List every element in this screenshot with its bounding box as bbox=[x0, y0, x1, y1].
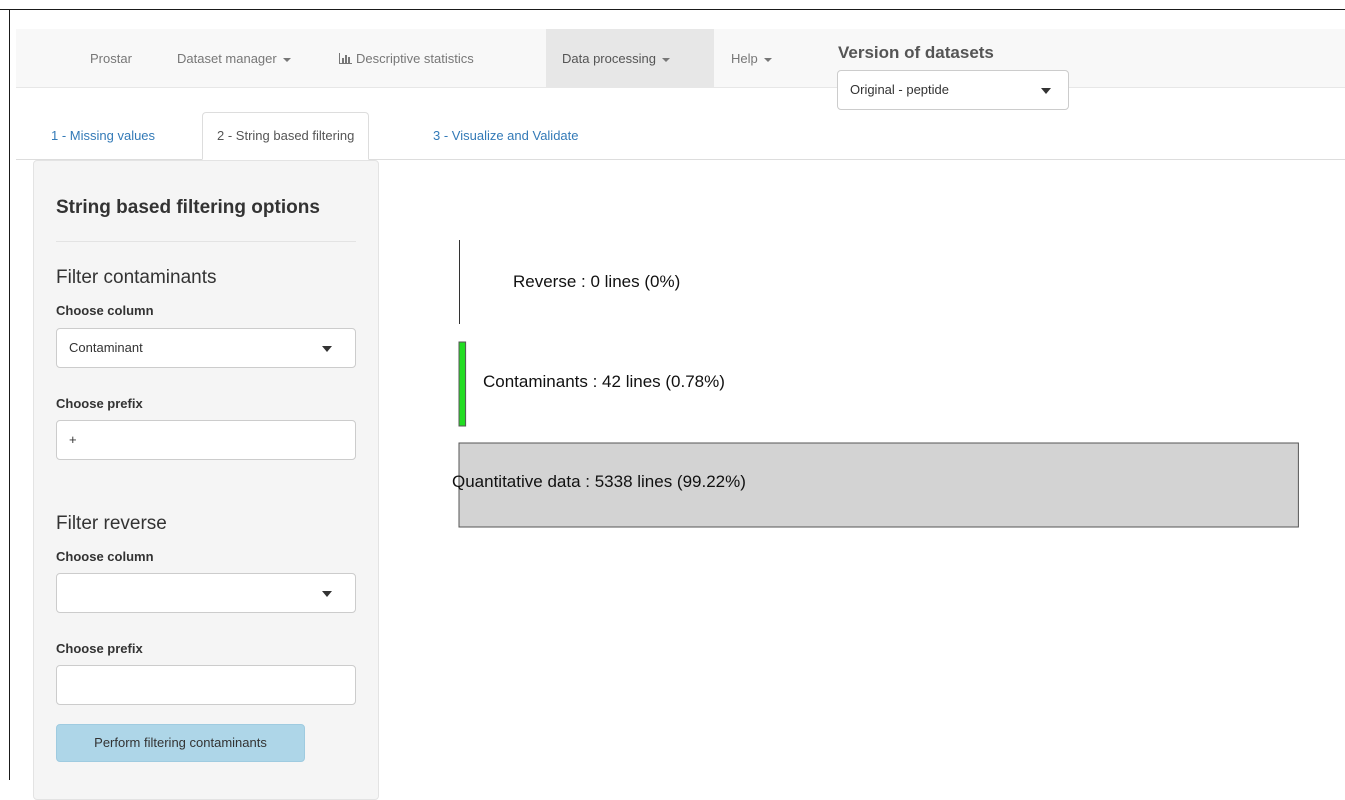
chart-label-reverse: Reverse : 0 lines (0%) bbox=[513, 272, 681, 291]
chart-label-quantitative-data: Quantitative data : 5338 lines (99.22%) bbox=[452, 472, 746, 491]
chart-bar-contaminants bbox=[458, 341, 467, 427]
chart-bar-reverse bbox=[459, 240, 460, 324]
chart-label-contaminants: Contaminants : 42 lines (0.78%) bbox=[483, 372, 725, 391]
